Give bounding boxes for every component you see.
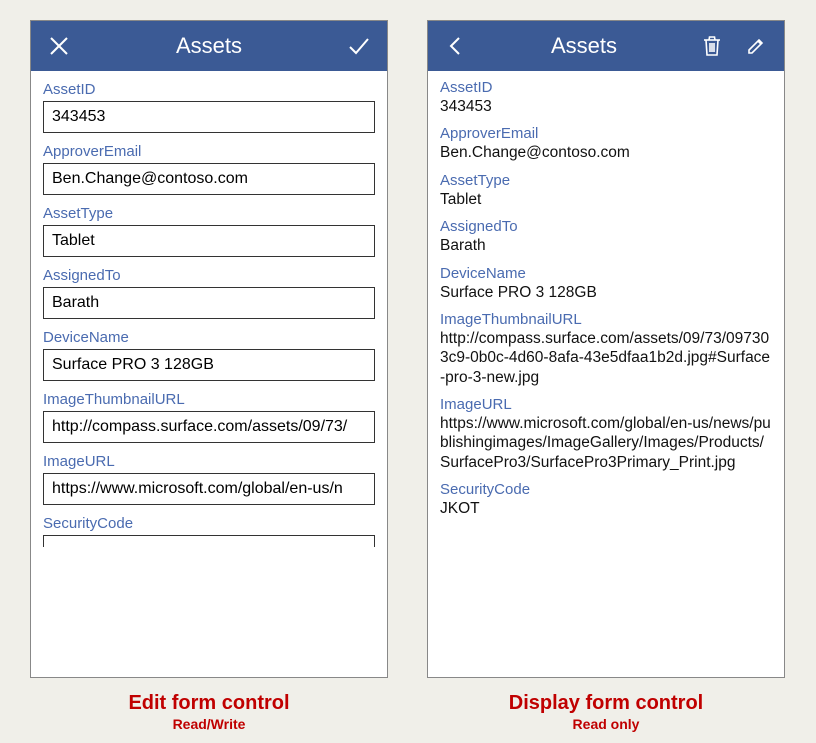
caption-title: Edit form control <box>30 692 388 715</box>
edit-titlebar: Assets <box>31 21 387 71</box>
edit-icon[interactable] <box>736 26 776 66</box>
assettype-input[interactable] <box>43 225 375 257</box>
dfield-assetid: AssetID 343453 <box>440 79 772 116</box>
field-label: DeviceName <box>440 265 772 282</box>
securitycode-input[interactable] <box>43 535 375 547</box>
display-title: Assets <box>476 33 692 59</box>
dfield-assignedto: AssignedTo Barath <box>440 218 772 255</box>
assignedto-input[interactable] <box>43 287 375 319</box>
field-value: https://www.microsoft.com/global/en-us/n… <box>440 414 772 472</box>
caption-subtitle: Read/Write <box>30 716 388 732</box>
imageurl-input[interactable] <box>43 473 375 505</box>
devicename-input[interactable] <box>43 349 375 381</box>
dfield-assettype: AssetType Tablet <box>440 172 772 209</box>
edit-form-body: AssetID ApproverEmail AssetType Assigned… <box>31 71 387 677</box>
field-label: AssetID <box>440 79 772 96</box>
field-label: AssetID <box>43 81 375 98</box>
field-securitycode: SecurityCode <box>43 515 375 547</box>
trash-icon[interactable] <box>692 26 732 66</box>
close-icon[interactable] <box>39 26 79 66</box>
display-form-screen: Assets AssetID <box>427 20 785 678</box>
imagethumbnailurl-input[interactable] <box>43 411 375 443</box>
field-label: SecurityCode <box>43 515 375 532</box>
field-value: JKOT <box>440 499 772 518</box>
assetid-input[interactable] <box>43 101 375 133</box>
dfield-approveremail: ApproverEmail Ben.Change@contoso.com <box>440 125 772 162</box>
field-imageurl: ImageURL <box>43 453 375 505</box>
dfield-imageurl: ImageURL https://www.microsoft.com/globa… <box>440 396 772 472</box>
display-form-body: AssetID 343453 ApproverEmail Ben.Change@… <box>428 71 784 677</box>
field-approveremail: ApproverEmail <box>43 143 375 195</box>
approveremail-input[interactable] <box>43 163 375 195</box>
field-label: ImageURL <box>440 396 772 413</box>
field-value: Barath <box>440 236 772 255</box>
display-titlebar: Assets <box>428 21 784 71</box>
field-value: http://compass.surface.com/assets/09/73/… <box>440 329 772 387</box>
field-value: 343453 <box>440 97 772 116</box>
field-imagethumbnailurl: ImageThumbnailURL <box>43 391 375 443</box>
field-label: ImageURL <box>43 453 375 470</box>
caption-subtitle: Read only <box>427 716 785 732</box>
field-assettype: AssetType <box>43 205 375 257</box>
field-assetid: AssetID <box>43 81 375 133</box>
field-label: DeviceName <box>43 329 375 346</box>
field-label: ImageThumbnailURL <box>43 391 375 408</box>
display-caption: Display form control Read only <box>427 692 785 732</box>
field-label: SecurityCode <box>440 481 772 498</box>
caption-title: Display form control <box>427 692 785 715</box>
field-devicename: DeviceName <box>43 329 375 381</box>
field-value: Tablet <box>440 190 772 209</box>
edit-caption: Edit form control Read/Write <box>30 692 388 732</box>
edit-form-screen: Assets AssetID ApproverEmail AssetType A… <box>30 20 388 678</box>
checkmark-icon[interactable] <box>339 26 379 66</box>
back-icon[interactable] <box>436 26 476 66</box>
field-value: Surface PRO 3 128GB <box>440 283 772 302</box>
field-label: AssignedTo <box>43 267 375 284</box>
field-label: AssetType <box>43 205 375 222</box>
dfield-securitycode: SecurityCode JKOT <box>440 481 772 518</box>
field-label: AssignedTo <box>440 218 772 235</box>
dfield-devicename: DeviceName Surface PRO 3 128GB <box>440 265 772 302</box>
field-label: AssetType <box>440 172 772 189</box>
edit-title: Assets <box>79 33 339 59</box>
field-label: ApproverEmail <box>440 125 772 142</box>
field-value: Ben.Change@contoso.com <box>440 143 772 162</box>
field-assignedto: AssignedTo <box>43 267 375 319</box>
field-label: ImageThumbnailURL <box>440 311 772 328</box>
dfield-imagethumbnailurl: ImageThumbnailURL http://compass.surface… <box>440 311 772 387</box>
field-label: ApproverEmail <box>43 143 375 160</box>
